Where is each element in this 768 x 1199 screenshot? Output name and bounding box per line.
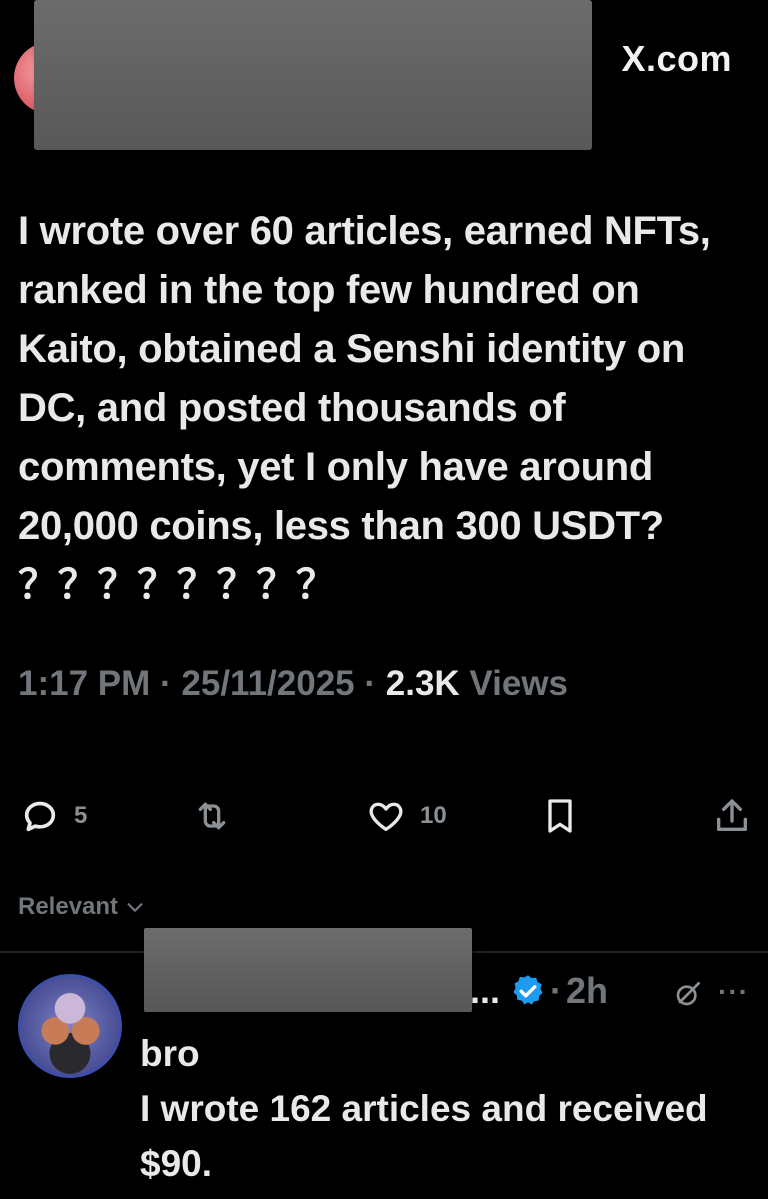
chevron-down-icon <box>127 903 143 912</box>
tweet-date[interactable]: 25/11/2025 <box>181 664 354 703</box>
sort-dropdown[interactable]: Relevant <box>18 893 146 921</box>
repost-icon <box>198 802 226 830</box>
site-label: X.com <box>621 38 732 79</box>
meta-separator: · <box>354 664 386 703</box>
reply-avatar[interactable] <box>18 974 122 1078</box>
share-icon <box>717 799 747 831</box>
more-icon: ··· <box>718 976 749 1007</box>
redaction-box <box>144 928 472 1012</box>
reply-time[interactable]: 2h <box>566 970 608 1012</box>
tweet-time[interactable]: 1:17 PM <box>18 664 150 703</box>
reply-text: bro I wrote 162 articles and received $9… <box>140 1033 708 1184</box>
grok-icon <box>676 982 700 1006</box>
tweet-meta: 1:17 PM · 25/11/2025 · 2.3K Views <box>18 664 568 704</box>
repost-button[interactable] <box>192 796 246 836</box>
reply-button[interactable]: 5 <box>20 796 87 836</box>
tweet-text: I wrote over 60 articles, earned NFTs, r… <box>18 209 722 607</box>
like-icon <box>369 802 403 831</box>
grok-button[interactable] <box>672 978 704 1015</box>
reply-count: 5 <box>74 802 88 829</box>
sort-label: Relevant <box>18 893 119 920</box>
reply-icon <box>24 801 56 832</box>
views-label: Views <box>459 664 569 703</box>
redaction-box <box>34 0 592 150</box>
reply-header: ... · 2h <box>470 970 608 1012</box>
bookmark-icon <box>548 799 572 833</box>
verified-icon <box>513 975 543 1005</box>
like-count: 10 <box>420 802 447 829</box>
meta-separator: · <box>150 664 182 703</box>
views-count: 2.3K <box>385 664 460 703</box>
reply-name-truncation: ... <box>470 970 501 1011</box>
share-button[interactable] <box>712 796 752 836</box>
reply-separator: · <box>550 970 563 1011</box>
more-button[interactable]: ··· <box>718 976 749 1008</box>
like-button[interactable]: 10 <box>366 796 447 836</box>
bookmark-button[interactable] <box>540 796 580 836</box>
